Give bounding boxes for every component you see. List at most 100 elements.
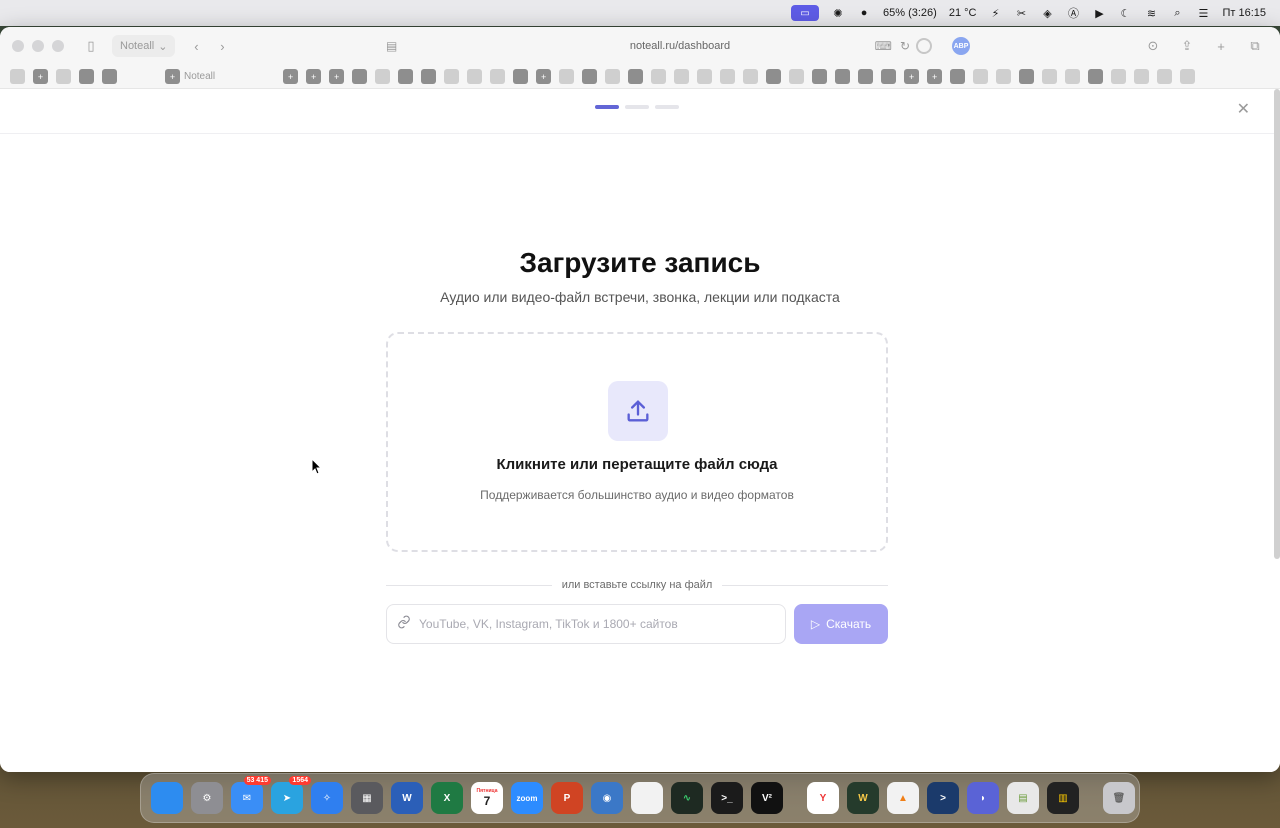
battery-status[interactable]: 65% (3:26) xyxy=(883,7,937,19)
trash-icon[interactable]: 🗑 xyxy=(1103,782,1135,814)
weather-status[interactable]: 21 °C xyxy=(949,7,977,19)
bookmark-icon[interactable] xyxy=(1042,69,1058,84)
bookmark-icon[interactable] xyxy=(605,69,621,84)
page-settings-icon[interactable]: ▤ xyxy=(386,39,397,53)
search-icon[interactable]: ⌕ xyxy=(1170,6,1184,20)
screen-record-icon[interactable]: ▭ xyxy=(791,5,820,21)
reload-icon[interactable]: ↻ xyxy=(900,39,910,53)
bookmark-icon[interactable] xyxy=(421,69,437,84)
tab-overview-icon[interactable]: ⧉ xyxy=(1242,35,1268,57)
link-input-wrapper[interactable] xyxy=(386,604,786,644)
clock[interactable]: Пт 16:15 xyxy=(1222,7,1266,19)
notes-icon[interactable] xyxy=(631,782,663,814)
system-settings-icon[interactable]: ⚙ xyxy=(191,782,223,814)
bookmark-icon[interactable] xyxy=(789,69,805,84)
bookmark-icon[interactable]: + xyxy=(329,69,345,84)
github-icon[interactable] xyxy=(352,69,368,84)
bookmark-noteall[interactable]: + Noteall xyxy=(165,69,215,84)
input-source-icon[interactable]: Ⓐ xyxy=(1066,6,1080,20)
bookmark-icon[interactable] xyxy=(398,69,414,84)
bookmark-icon[interactable] xyxy=(1088,69,1104,84)
terminal-icon[interactable]: >_ xyxy=(711,782,743,814)
address-bar[interactable]: ▤ noteall.ru/dashboard ⌨ ↻ ABP xyxy=(380,35,980,57)
zoom-icon[interactable]: zoom xyxy=(511,782,543,814)
vlc-icon[interactable]: ▲ xyxy=(887,782,919,814)
adblock-icon[interactable]: ABP xyxy=(952,37,970,55)
wireguard-icon[interactable]: W xyxy=(847,782,879,814)
wifi-icon[interactable]: ≋ xyxy=(1144,6,1158,20)
minimize-window-button[interactable] xyxy=(32,40,44,52)
play-icon[interactable]: ▶ xyxy=(1092,6,1106,20)
bookmark-icon[interactable] xyxy=(950,69,966,84)
bookmark-icon[interactable] xyxy=(56,69,71,84)
bookmark-icon[interactable]: + xyxy=(904,69,920,84)
link-input[interactable] xyxy=(419,617,775,631)
bookmark-icon[interactable] xyxy=(1180,69,1196,84)
chatgpt-icon[interactable]: ✺ xyxy=(831,6,845,20)
bookmark-icon[interactable]: + xyxy=(536,69,552,84)
close-icon[interactable]: ✕ xyxy=(1237,99,1250,119)
bookmark-icon[interactable] xyxy=(513,69,529,84)
close-window-button[interactable] xyxy=(12,40,24,52)
profile-button[interactable]: Noteall ⌄ xyxy=(112,35,176,57)
bookmark-icon[interactable] xyxy=(858,69,874,84)
share-icon[interactable]: ⇪ xyxy=(1174,35,1200,57)
bookmark-icon[interactable] xyxy=(375,69,391,84)
calendar-icon[interactable]: Пятница 7 xyxy=(471,782,503,814)
new-tab-icon[interactable]: + xyxy=(1208,35,1234,57)
bookmark-icon[interactable] xyxy=(102,69,117,84)
bookmark-icon[interactable] xyxy=(812,69,828,84)
bookmark-icon[interactable] xyxy=(628,69,644,84)
sidebar-toggle-icon[interactable]: ▯ xyxy=(78,35,104,57)
bookmark-icon[interactable] xyxy=(881,69,897,84)
bookmark-icon[interactable] xyxy=(467,69,483,84)
bookmark-icon[interactable] xyxy=(559,69,575,84)
bookmark-icon[interactable] xyxy=(674,69,690,84)
bookmark-icon[interactable]: + xyxy=(33,69,48,84)
bolt-icon[interactable]: ⚡ xyxy=(988,6,1002,20)
bookmark-icon[interactable] xyxy=(582,69,598,84)
v2ray-icon[interactable]: V² xyxy=(751,782,783,814)
bookmark-icon[interactable] xyxy=(651,69,667,84)
bookmark-icon[interactable] xyxy=(766,69,782,84)
excel-icon[interactable]: X xyxy=(431,782,463,814)
bookmark-icon[interactable] xyxy=(1134,69,1150,84)
downloads-icon[interactable]: ⊙ xyxy=(1140,35,1166,57)
archive-utility-icon[interactable]: ▤ xyxy=(1007,782,1039,814)
disk-utility-icon[interactable]: ◉ xyxy=(591,782,623,814)
file-dropzone[interactable]: Кликните или перетащите файл сюда Поддер… xyxy=(386,332,888,552)
forward-button[interactable]: › xyxy=(209,35,235,57)
chat-app-icon[interactable]: ◗ xyxy=(967,782,999,814)
control-center-icon[interactable]: ☰ xyxy=(1196,6,1210,20)
finder-icon[interactable] xyxy=(151,782,183,814)
zoom-window-button[interactable] xyxy=(52,40,64,52)
bookmark-icon[interactable] xyxy=(1111,69,1127,84)
bookmark-icon[interactable] xyxy=(490,69,506,84)
mail-icon[interactable]: ✉ 53 415 xyxy=(231,776,271,814)
shield-icon[interactable]: ◈ xyxy=(1040,6,1054,20)
telegram-icon[interactable]: ➤ 1564 xyxy=(271,776,311,814)
c-app-icon[interactable]: ● xyxy=(857,6,871,20)
bookmark-icon[interactable] xyxy=(10,69,25,84)
scissors-icon[interactable]: ✂ xyxy=(1014,6,1028,20)
bookmark-icon[interactable]: + xyxy=(927,69,943,84)
bookmark-icon[interactable] xyxy=(79,69,94,84)
bookmark-icon[interactable] xyxy=(996,69,1012,84)
bookmark-icon[interactable]: + xyxy=(306,69,322,84)
safari-icon[interactable]: ✧ xyxy=(311,782,343,814)
bookmark-icon[interactable] xyxy=(835,69,851,84)
extension-icon[interactable] xyxy=(916,38,932,54)
download-button[interactable]: ▷ Скачать xyxy=(794,604,888,644)
powershell-icon[interactable]: > xyxy=(927,782,959,814)
bookmark-icon[interactable] xyxy=(720,69,736,84)
page-scrollbar[interactable] xyxy=(1274,89,1280,559)
bookmark-icon[interactable] xyxy=(973,69,989,84)
calculator-icon[interactable]: ▦ xyxy=(351,782,383,814)
translate-icon[interactable]: ⌨ xyxy=(875,39,892,53)
powerpoint-icon[interactable]: P xyxy=(551,782,583,814)
bookmark-icon[interactable] xyxy=(743,69,759,84)
bookmark-icon[interactable] xyxy=(1157,69,1173,84)
bookmark-icon[interactable] xyxy=(1065,69,1081,84)
yandex-browser-icon[interactable]: Y xyxy=(807,782,839,814)
app-grid-icon[interactable]: ▥ xyxy=(1047,782,1079,814)
